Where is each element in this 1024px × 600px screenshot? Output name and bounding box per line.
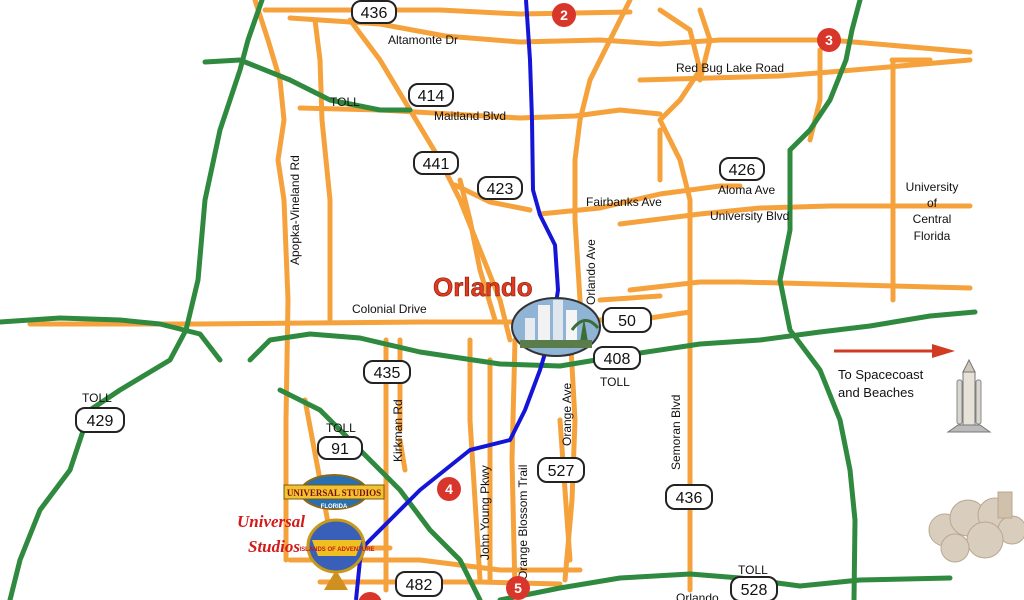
label-obt: Orange Blossom Trail [516,465,530,580]
label-john-young: John Young Pkwy [478,465,492,560]
label-orlando-ave: Orlando Ave [584,239,598,305]
toll-label-408: TOLL [600,375,630,389]
label-colonial: Colonial Drive [352,302,427,316]
shield-408: 408 [593,346,641,370]
orlando-city-label: Orlando [433,272,533,303]
toll-label-91: TOLL [326,421,356,435]
svg-text:and Beaches: and Beaches [838,385,914,400]
shield-482: 482 [395,571,443,597]
shield-429: 429 [75,407,125,433]
svg-text:Universal: Universal [237,512,305,531]
marker-3: 3 [817,28,841,52]
label-fairbanks: Fairbanks Ave [586,195,662,209]
svg-text:University: University [906,180,959,194]
svg-text:50: 50 [618,313,636,330]
universal-studios-text-logo: Universal Studios [237,512,305,556]
svg-text:414: 414 [418,88,445,105]
shield-527: 527 [537,457,585,483]
marker-2: 2 [552,3,576,27]
label-red-bug: Red Bug Lake Road [676,61,784,75]
shield-436-top: 436 [351,0,397,24]
svg-text:Studios: Studios [248,537,300,556]
svg-text:of: of [927,196,938,210]
shield-423: 423 [477,176,523,200]
svg-text:435: 435 [374,365,401,382]
route-shields: 436 414 441 423 426 50 408 435 429 91 52… [75,0,778,600]
label-altamonte: Altamonte Dr [388,33,458,47]
shield-435: 435 [363,360,411,384]
label-semoran: Semoran Blvd [669,395,683,470]
svg-text:2: 2 [560,7,568,23]
label-maitland: Maitland Blvd [434,109,506,123]
label-aloma: Aloma Ave [718,183,775,197]
svg-text:Florida: Florida [914,229,951,243]
toll-label-528: TOLL [738,563,768,577]
space-shuttle-icon [946,358,992,433]
svg-text:429: 429 [87,413,114,430]
marker-4: 4 [437,477,461,501]
marker-5: 5 [506,576,530,600]
orlando-road-map: Altamonte Dr Red Bug Lake Road Maitland … [0,0,1024,600]
svg-text:UNIVERSAL STUDIOS: UNIVERSAL STUDIOS [287,488,381,498]
svg-text:Central: Central [913,212,952,226]
toll-label-429: TOLL [82,391,112,405]
svg-text:To Spacecoast: To Spacecoast [838,367,924,382]
svg-text:4: 4 [445,481,453,497]
svg-text:91: 91 [331,441,349,458]
shield-91: 91 [317,436,363,460]
svg-text:423: 423 [487,181,514,198]
label-apopka: Apopka-Vineland Rd [288,155,302,265]
svg-text:ISLANDS OF ADVENTURE: ISLANDS OF ADVENTURE [299,547,374,553]
shield-528: 528 [730,576,778,600]
ucf-label: University of Central Florida [906,180,959,243]
label-university-blvd: University Blvd [710,209,789,223]
svg-text:441: 441 [423,156,450,173]
svg-text:527: 527 [548,463,575,480]
svg-text:3: 3 [825,32,833,48]
label-orange-ave: Orange Ave [560,383,574,446]
universal-studios-badge-logo: UNIVERSAL STUDIOS FLORIDA [283,474,385,510]
spacecoast-arrow [834,344,955,358]
svg-text:Orlando: Orlando [433,272,533,302]
svg-text:FLORIDA: FLORIDA [321,504,348,510]
shield-426: 426 [719,157,765,181]
svg-text:528: 528 [741,582,768,599]
svg-text:408: 408 [604,351,631,368]
label-orlando-bottom: Orlando [676,591,719,600]
label-kirkman: Kirkman Rd [391,399,405,462]
shield-414: 414 [408,83,454,107]
launch-smoke-icon [928,491,1024,563]
marker-partial [358,592,382,600]
shield-436-bottom: 436 [665,484,713,510]
shield-50: 50 [602,307,652,333]
svg-text:436: 436 [361,5,388,22]
toll-label-414: TOLL [330,95,360,109]
svg-text:436: 436 [676,490,703,507]
shield-441: 441 [413,151,459,175]
downtown-skyline-icon [511,297,601,357]
spacecoast-label: To Spacecoast and Beaches [838,367,924,400]
svg-text:426: 426 [729,162,756,179]
svg-text:5: 5 [514,580,522,596]
svg-text:482: 482 [406,577,433,594]
